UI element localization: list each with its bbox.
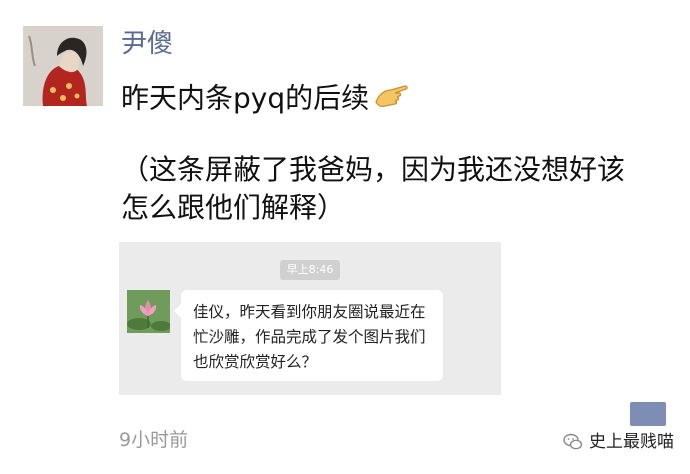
post-text-line-1: 昨天内条pyq的后续 bbox=[121, 80, 409, 119]
chat-avatar bbox=[127, 290, 170, 333]
post-timestamp: 9小时前 bbox=[119, 429, 189, 451]
chat-bubble-tail bbox=[174, 304, 181, 318]
wechat-icon bbox=[563, 433, 583, 450]
post-text-line-3: 怎么跟他们解释） bbox=[121, 191, 346, 224]
hand-pointing-icon bbox=[373, 80, 409, 119]
avatar[interactable] bbox=[23, 26, 103, 106]
post-text-line-2: （这条屏蔽了我爸妈，因为我还没想好该 bbox=[121, 153, 626, 186]
chat-message-line: 佳仪，昨天看到你朋友圈说最近在 bbox=[193, 303, 426, 321]
lotus-flower-icon bbox=[127, 290, 170, 333]
attached-screenshot[interactable]: 早上8:46 佳仪，昨天看到你朋友圈说最近在 忙沙雕，作品完成了发个图片我们 也… bbox=[119, 242, 501, 395]
username[interactable]: 尹傻 bbox=[121, 27, 173, 61]
watermark-text: 史上最贱喵 bbox=[589, 432, 674, 452]
chat-bubble: 佳仪，昨天看到你朋友圈说最近在 忙沙雕，作品完成了发个图片我们 也欣赏欣赏好么？ bbox=[174, 290, 443, 381]
chat-time-pill: 早上8:46 bbox=[280, 260, 340, 280]
chat-message-line: 忙沙雕，作品完成了发个图片我们 bbox=[193, 328, 426, 346]
watermark: 史上最贱喵 bbox=[563, 426, 674, 458]
more-button[interactable] bbox=[630, 402, 666, 426]
post-text: 昨天内条pyq的后续 bbox=[121, 81, 370, 115]
chat-message-line: 也欣赏欣赏好么？ bbox=[193, 353, 318, 371]
avatar-image bbox=[23, 26, 103, 106]
